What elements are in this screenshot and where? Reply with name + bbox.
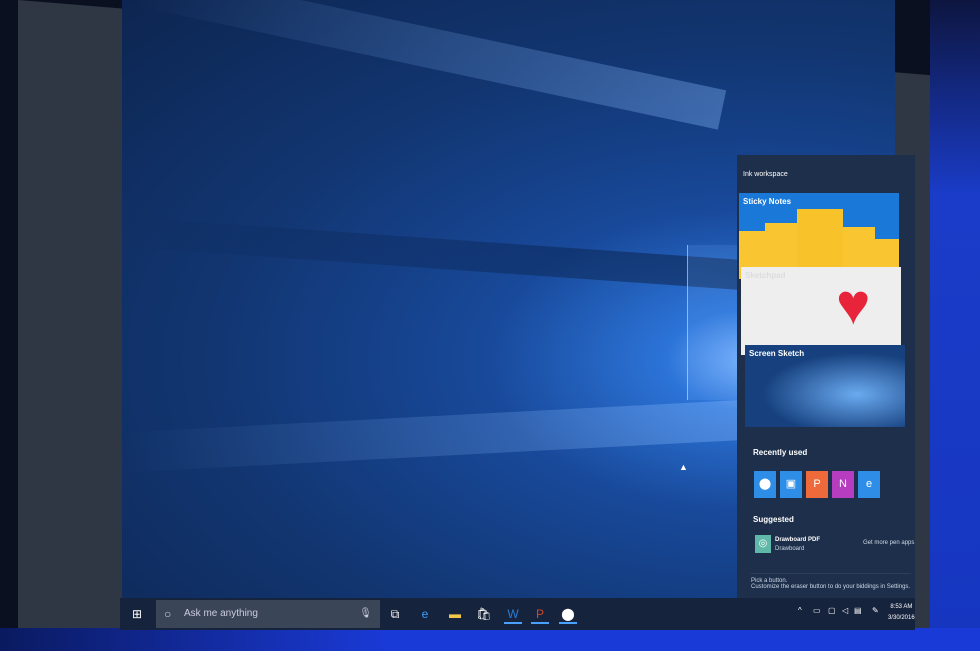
word-icon[interactable]: W — [504, 604, 522, 624]
outlook-app-icon[interactable]: ▣ — [780, 471, 802, 498]
stage-backdrop — [930, 0, 980, 651]
heart-drawing: ♥ — [836, 272, 871, 337]
edge-taskbar-icon[interactable]: e — [416, 604, 434, 624]
drawboard-icon[interactable]: ◎ — [755, 535, 771, 553]
clock-time: 8:53 AM — [890, 604, 913, 610]
powerpoint-taskbar-icon[interactable]: P — [531, 604, 549, 624]
cortana-search-box[interactable]: ○ Ask me anything 🎙 — [156, 600, 380, 628]
sketchpad-tile[interactable]: Sketchpad ♥ — [741, 267, 901, 355]
powerpoint-app-icon[interactable]: P — [806, 471, 828, 498]
tile-label: Sticky Notes — [743, 197, 792, 206]
cortana-icon: ○ — [164, 607, 172, 621]
network-icon[interactable]: ▢ — [828, 606, 836, 615]
panel-footer: Pick a button. Customize the eraser butt… — [751, 573, 911, 590]
onenote-app-icon[interactable]: N — [832, 471, 854, 498]
ink-workspace-panel: Ink workspace Sticky Notes Sketchpad ♥ S… — [737, 155, 915, 600]
suggested-heading: Suggested — [753, 515, 794, 524]
maps-app-icon[interactable]: ⬤ — [754, 471, 776, 498]
clock[interactable]: 8:53 AM 3/30/2016 — [888, 602, 915, 624]
panel-title: Ink workspace — [743, 171, 788, 178]
get-more-pen-apps-link[interactable]: Get more pen apps — [863, 540, 914, 546]
file-explorer-icon[interactable]: ▬ — [446, 604, 464, 624]
mouse-cursor: ▲ — [679, 462, 688, 472]
maps-taskbar-icon[interactable]: ⬤ — [559, 604, 577, 624]
store-icon[interactable]: 🛍 — [475, 604, 493, 624]
microphone-icon[interactable]: 🎙 — [359, 600, 372, 628]
edge-app-icon[interactable]: e — [858, 471, 880, 498]
footer-line-2[interactable]: Customize the eraser button to do your b… — [751, 584, 911, 590]
pen-workspace-icon[interactable]: ✎ — [872, 606, 879, 615]
volume-icon[interactable]: ◁ — [842, 606, 848, 615]
task-view-icon[interactable]: ⧉ — [386, 604, 404, 624]
tile-label: Sketchpad — [745, 271, 786, 280]
start-windows-icon[interactable]: ⊞ — [128, 604, 146, 624]
recently-used-heading: Recently used — [753, 448, 808, 457]
search-placeholder: Ask me anything — [184, 608, 258, 619]
suggested-app-publisher: Drawboard — [775, 546, 805, 552]
tablet-mode-icon[interactable]: ▭ — [813, 606, 821, 615]
stage-light — [0, 628, 980, 651]
show-hidden-icons-chevron-icon[interactable]: ^ — [798, 606, 802, 615]
clock-date: 3/30/2016 — [888, 615, 915, 621]
action-center-icon[interactable]: ▤ — [854, 606, 862, 615]
taskbar: ⊞ ○ Ask me anything 🎙 ⧉ e ▬ 🛍 W P ⬤ ^ ▭ … — [120, 598, 915, 630]
screen-sketch-tile[interactable]: Screen Sketch — [745, 345, 905, 427]
suggested-app-title[interactable]: Drawboard PDF — [775, 537, 820, 543]
tile-label: Screen Sketch — [749, 349, 805, 358]
